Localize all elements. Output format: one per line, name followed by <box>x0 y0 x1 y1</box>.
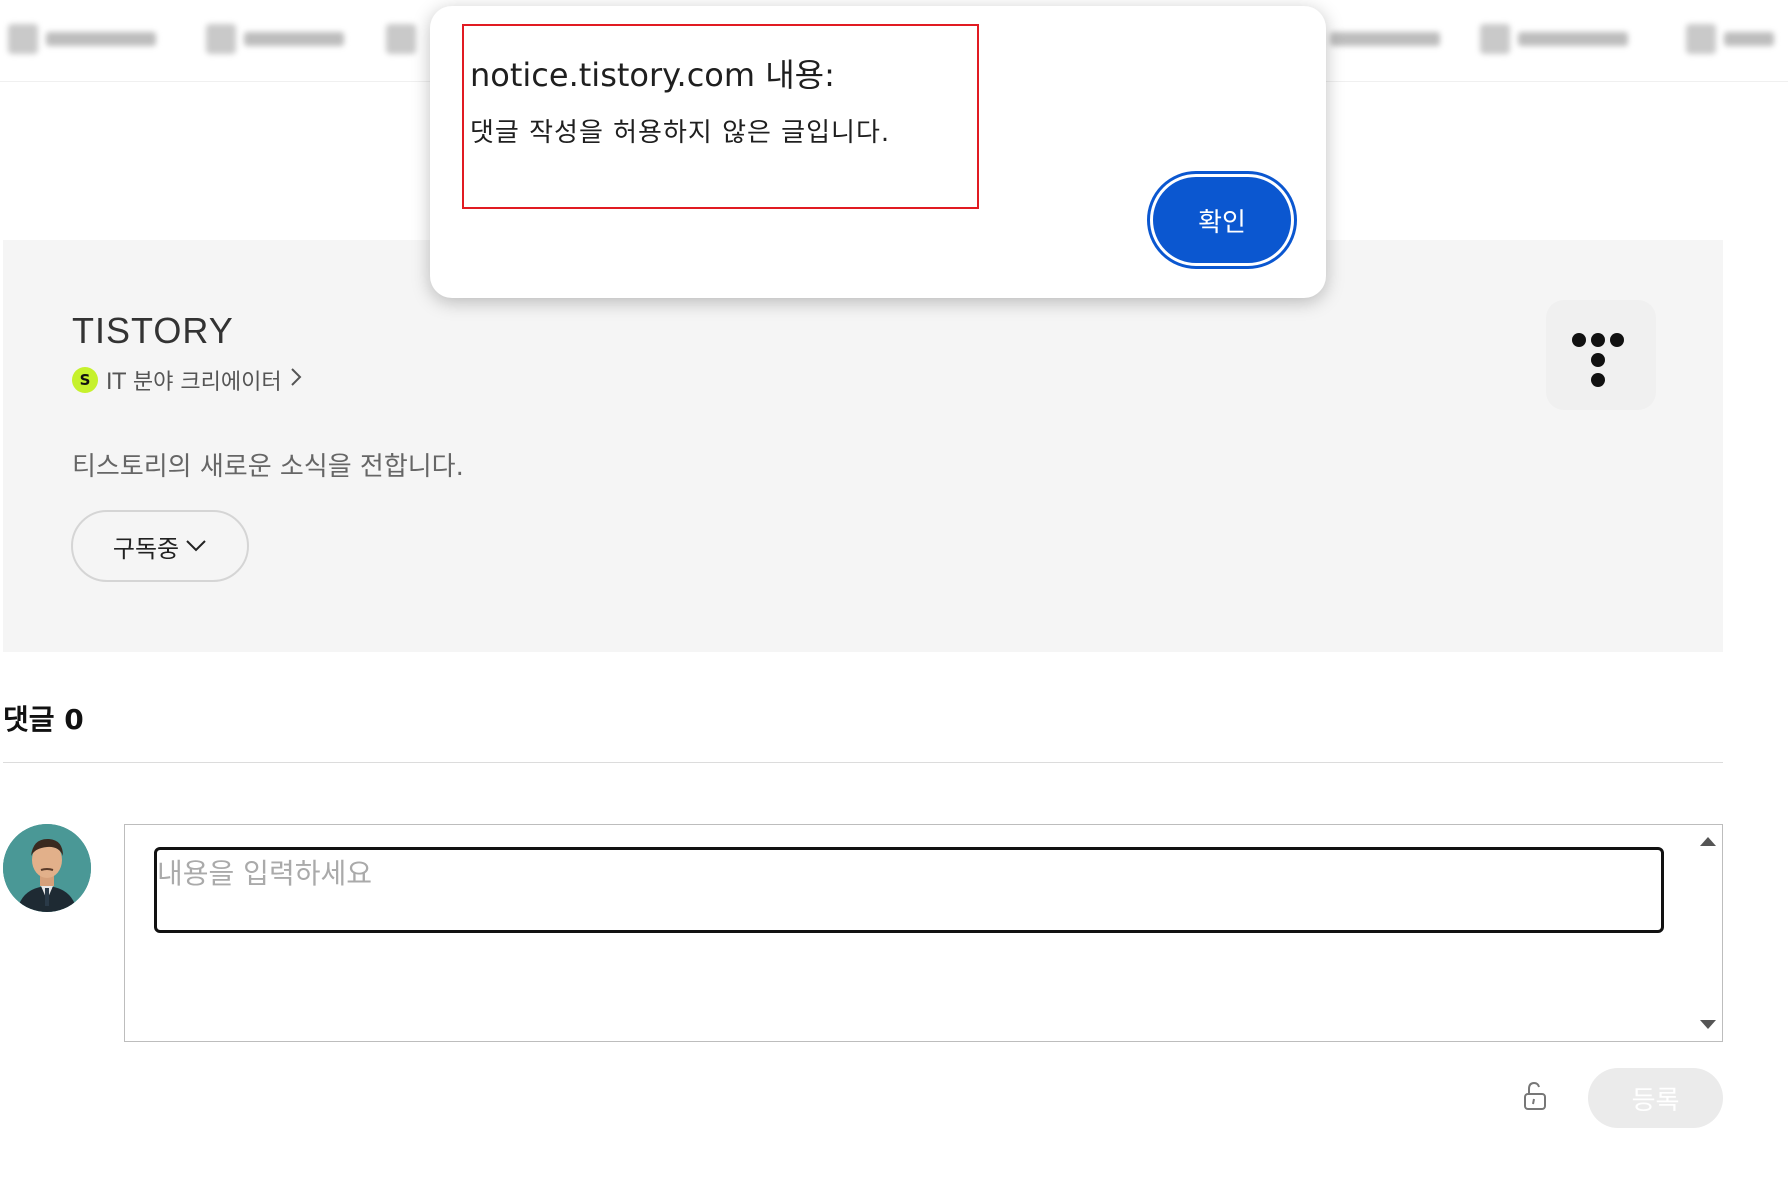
page: TISTORY S IT 분야 크리에이터 티스토리의 새로운 소식을 전합니다… <box>0 0 1788 1188</box>
divider <box>3 762 1723 763</box>
scroll-down-arrow[interactable] <box>1700 1020 1716 1029</box>
bookmark-item[interactable] <box>206 22 344 56</box>
bookmark-item[interactable] <box>386 22 416 56</box>
subscribe-button[interactable]: 구독중 <box>71 510 249 582</box>
subscribe-label: 구독중 <box>112 534 180 563</box>
creator-badge: S <box>72 367 98 393</box>
creator-label: IT 분야 크리에이터 <box>106 370 282 395</box>
comment-input[interactable]: 내용을 입력하세요 <box>154 847 1664 933</box>
bookmark-item[interactable] <box>1480 22 1628 56</box>
creator-link[interactable]: S IT 분야 크리에이터 <box>72 364 302 396</box>
lock-icon[interactable] <box>1518 1080 1550 1112</box>
blog-title[interactable]: TISTORY <box>72 310 234 352</box>
tistory-logo-icon[interactable] <box>1546 300 1656 410</box>
avatar <box>3 824 91 912</box>
dialog-title: notice.tistory.com 내용: <box>470 56 835 94</box>
scroll-up-arrow[interactable] <box>1700 837 1716 846</box>
submit-comment-button[interactable]: 등록 <box>1588 1068 1723 1128</box>
blog-profile-card: TISTORY S IT 분야 크리에이터 티스토리의 새로운 소식을 전합니다… <box>3 240 1723 652</box>
bookmark-item[interactable] <box>1686 22 1774 56</box>
ok-button[interactable]: 확인 <box>1147 171 1297 269</box>
comments-title: 댓글 0 <box>3 703 84 736</box>
blog-description: 티스토리의 새로운 소식을 전합니다. <box>72 452 464 482</box>
bookmark-item[interactable] <box>1330 22 1440 56</box>
dialog-message: 댓글 작성을 허용하지 않은 글입니다. <box>470 118 891 148</box>
chevron-right-icon <box>290 367 302 393</box>
bookmark-item[interactable] <box>8 22 156 56</box>
alert-dialog: notice.tistory.com 내용: 댓글 작성을 허용하지 않은 글입… <box>430 6 1326 298</box>
comment-textarea-container[interactable]: 내용을 입력하세요 <box>124 824 1723 1042</box>
chevron-down-icon <box>185 539 207 553</box>
